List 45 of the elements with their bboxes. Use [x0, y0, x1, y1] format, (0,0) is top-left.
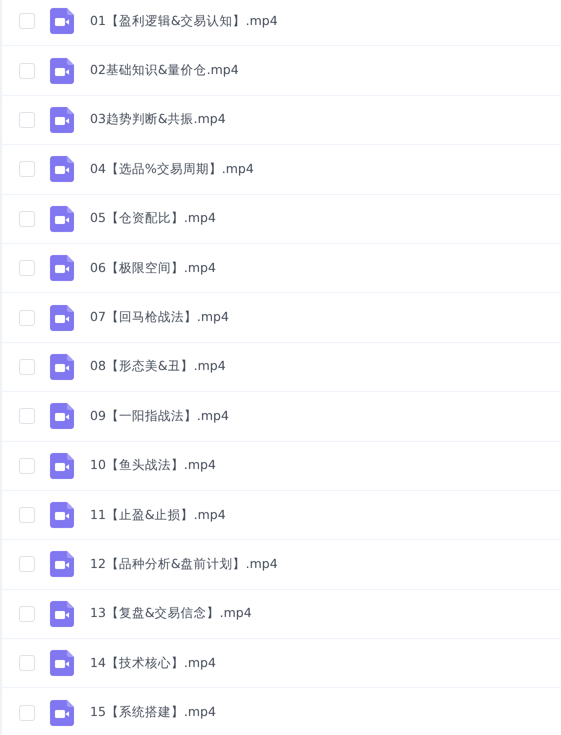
video-file-icon	[50, 304, 74, 331]
file-name[interactable]: 06【极限空间】.mp4	[90, 260, 216, 277]
file-name[interactable]: 04【选品%交易周期】.mp4	[90, 160, 254, 178]
video-file-icon	[50, 354, 74, 380]
file-name[interactable]: 01【盈利逻辑&交易认知】.mp4	[90, 12, 278, 30]
checkbox[interactable]	[19, 13, 35, 30]
checkbox[interactable]	[19, 458, 35, 474]
file-name[interactable]: 15【系统搭建】.mp4	[90, 704, 216, 722]
video-file-icon	[50, 156, 74, 182]
file-name[interactable]: 05【仓资配比】.mp4	[90, 210, 216, 228]
file-name[interactable]: 12【品种分析&盘前计划】.mp4	[90, 556, 278, 573]
file-name[interactable]: 14【技术核心】.mp4	[90, 654, 216, 672]
checkbox[interactable]	[19, 408, 35, 424]
file-name[interactable]: 13【复盘&交易信念】.mp4	[90, 605, 252, 622]
video-file-icon	[50, 8, 74, 34]
video-file-icon	[50, 600, 74, 627]
video-file-icon	[50, 650, 74, 676]
file-name[interactable]: 11【止盈&止损】.mp4	[90, 506, 226, 524]
file-name[interactable]: 10【鱼头战法】.mp4	[90, 457, 216, 474]
checkbox[interactable]	[19, 704, 35, 721]
video-file-icon	[50, 255, 74, 282]
checkbox[interactable]	[19, 260, 35, 276]
file-name[interactable]: 03趋势判断&共振.mp4	[90, 111, 226, 128]
video-file-icon	[50, 700, 74, 726]
checkbox[interactable]	[19, 556, 35, 572]
file-name[interactable]: 08【形态美&丑】.mp4	[90, 358, 226, 376]
checkbox[interactable]	[19, 606, 35, 622]
checkbox[interactable]	[19, 358, 35, 375]
checkbox[interactable]	[19, 507, 35, 524]
video-file-icon	[50, 551, 74, 578]
checkbox[interactable]	[19, 112, 35, 128]
checkbox[interactable]	[19, 161, 35, 178]
video-file-icon	[50, 58, 74, 84]
checkbox[interactable]	[19, 310, 35, 326]
video-file-icon	[50, 106, 74, 133]
checkbox[interactable]	[19, 655, 35, 672]
file-name[interactable]: 09【一阳指战法】.mp4	[90, 408, 229, 425]
video-file-icon	[50, 403, 74, 430]
video-file-icon	[50, 502, 74, 528]
file-name[interactable]: 02基础知识&量价仓.mp4	[90, 62, 239, 80]
file-name[interactable]: 07【回马枪战法】.mp4	[90, 309, 229, 326]
video-file-icon	[50, 452, 74, 479]
video-file-icon	[50, 206, 74, 232]
checkbox[interactable]	[19, 210, 35, 227]
checkbox[interactable]	[19, 62, 35, 79]
